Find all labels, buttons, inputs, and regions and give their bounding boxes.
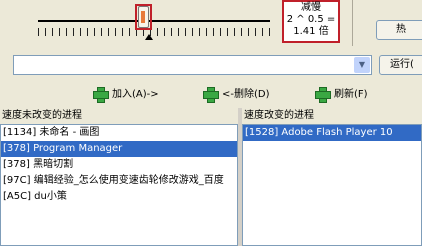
right-panel-title: 速度改变的进程 — [242, 108, 422, 124]
speed-formula: 2 ^ 0.5 = — [286, 14, 336, 25]
speed-label: 减慢 — [301, 2, 321, 13]
list-item[interactable]: [1528] Adobe Flash Player 10 — [243, 125, 421, 141]
thumb-highlight-box — [135, 4, 152, 30]
speed-slider-ticks — [38, 28, 270, 36]
add-button[interactable]: 加入(A)-> — [92, 86, 159, 104]
green-refresh-icon — [314, 86, 331, 103]
run-button[interactable]: 运行( — [379, 55, 422, 75]
green-add-icon — [92, 86, 109, 103]
hotkey-button[interactable]: 热 — [376, 20, 422, 40]
speed-multiplier: 1.41 倍 — [293, 26, 329, 37]
unchanged-process-list[interactable]: [1134] 未命名 - 画图 [378] Program Manager [3… — [0, 124, 238, 246]
green-remove-icon — [202, 86, 219, 103]
refresh-label: 刷新(F) — [334, 89, 368, 100]
speed-slider-track[interactable] — [38, 20, 270, 22]
left-panel-title: 速度未改变的进程 — [0, 108, 240, 124]
remove-label: <-删除(D) — [222, 89, 270, 100]
toolbar-divider — [352, 0, 353, 46]
chevron-down-icon[interactable]: ▼ — [354, 57, 370, 73]
changed-process-list[interactable]: [1528] Adobe Flash Player 10 — [242, 124, 422, 246]
list-item[interactable]: [A5C] du小策 — [1, 189, 237, 205]
speed-readout: 减慢 2 ^ 0.5 = 1.41 倍 — [282, 0, 340, 43]
list-item[interactable]: [1134] 未命名 - 画图 — [1, 125, 237, 141]
add-label: 加入(A)-> — [112, 89, 159, 100]
default-speed-marker-icon — [145, 34, 153, 40]
list-item[interactable]: [378] Program Manager — [1, 141, 237, 157]
process-combo[interactable]: ▼ — [13, 55, 372, 75]
remove-button[interactable]: <-删除(D) — [202, 86, 270, 104]
list-item[interactable]: [97C] 编辑经验_怎么使用变速齿轮修改游戏_百度 — [1, 173, 237, 189]
refresh-button[interactable]: 刷新(F) — [314, 86, 368, 104]
list-item[interactable]: [378] 黑暗切割 — [1, 157, 237, 173]
